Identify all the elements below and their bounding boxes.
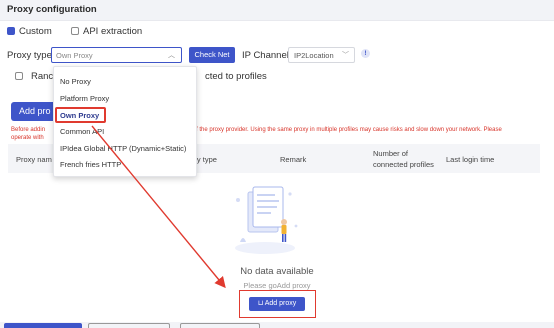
- col-connected-count-line1: Number of: [373, 149, 409, 158]
- ip-channel-label: IP Channel: [242, 50, 289, 61]
- col-connected-count-line2: connected profiles: [373, 160, 434, 169]
- section-title: Proxy configuration: [7, 4, 97, 15]
- own-proxy-highlight-box: [55, 107, 106, 123]
- info-icon[interactable]: !: [361, 49, 370, 58]
- random-checkbox[interactable]: [15, 72, 23, 80]
- empty-state-illustration: [235, 186, 298, 254]
- chevron-up-icon: ︿: [168, 52, 175, 59]
- dropdown-option-french-fries[interactable]: French fries HTTP: [60, 160, 121, 169]
- api-extraction-label: API extraction: [83, 26, 143, 37]
- bottom-primary-button[interactable]: [4, 323, 82, 328]
- bottom-secondary-button[interactable]: [88, 323, 170, 328]
- warning-text-line2: operate with: [11, 135, 44, 141]
- empty-state-subtitle: Please goAdd proxy: [243, 281, 311, 290]
- proxy-type-label: Proxy type: [7, 50, 52, 61]
- dropdown-option-no-proxy[interactable]: No Proxy: [60, 77, 91, 86]
- chevron-down-icon: ﹀: [342, 52, 349, 59]
- proxy-type-value: Own Proxy: [56, 51, 93, 60]
- ip-channel-select[interactable]: IP2Location ﹀: [288, 47, 355, 63]
- random-label: Ranc: [31, 71, 54, 82]
- custom-label: Custom: [19, 26, 52, 37]
- dropdown-option-platform-proxy[interactable]: Platform Proxy: [60, 94, 109, 103]
- empty-state-title: No data available: [240, 266, 314, 277]
- proxy-type-select[interactable]: Own Proxy ︿: [51, 47, 182, 63]
- dropdown-option-ipidea[interactable]: IPIdea Global HTTP (Dynamic+Static): [60, 144, 186, 153]
- col-proxy-name: Proxy nam: [16, 155, 52, 164]
- add-proxy-highlight-box: [239, 290, 316, 318]
- warning-text-rest: s of the proxy provider. Using the same …: [188, 127, 502, 133]
- dropdown-option-common-api[interactable]: Common API: [60, 127, 104, 136]
- check-net-button[interactable]: Check Net: [189, 47, 235, 63]
- connected-profiles-option-text: cted to profiles: [205, 71, 267, 82]
- col-remark: Remark: [280, 155, 307, 164]
- bottom-toolbar: [0, 322, 554, 328]
- bottom-tertiary-button[interactable]: [180, 323, 260, 328]
- api-extraction-checkbox[interactable]: [71, 27, 79, 35]
- ip-channel-value: IP2Location: [294, 51, 334, 60]
- col-last-login: Last login time: [446, 155, 495, 164]
- section-header: Proxy configuration: [0, 0, 554, 21]
- custom-checkbox[interactable]: [7, 27, 15, 35]
- warning-text-start: Before addin: [11, 127, 46, 133]
